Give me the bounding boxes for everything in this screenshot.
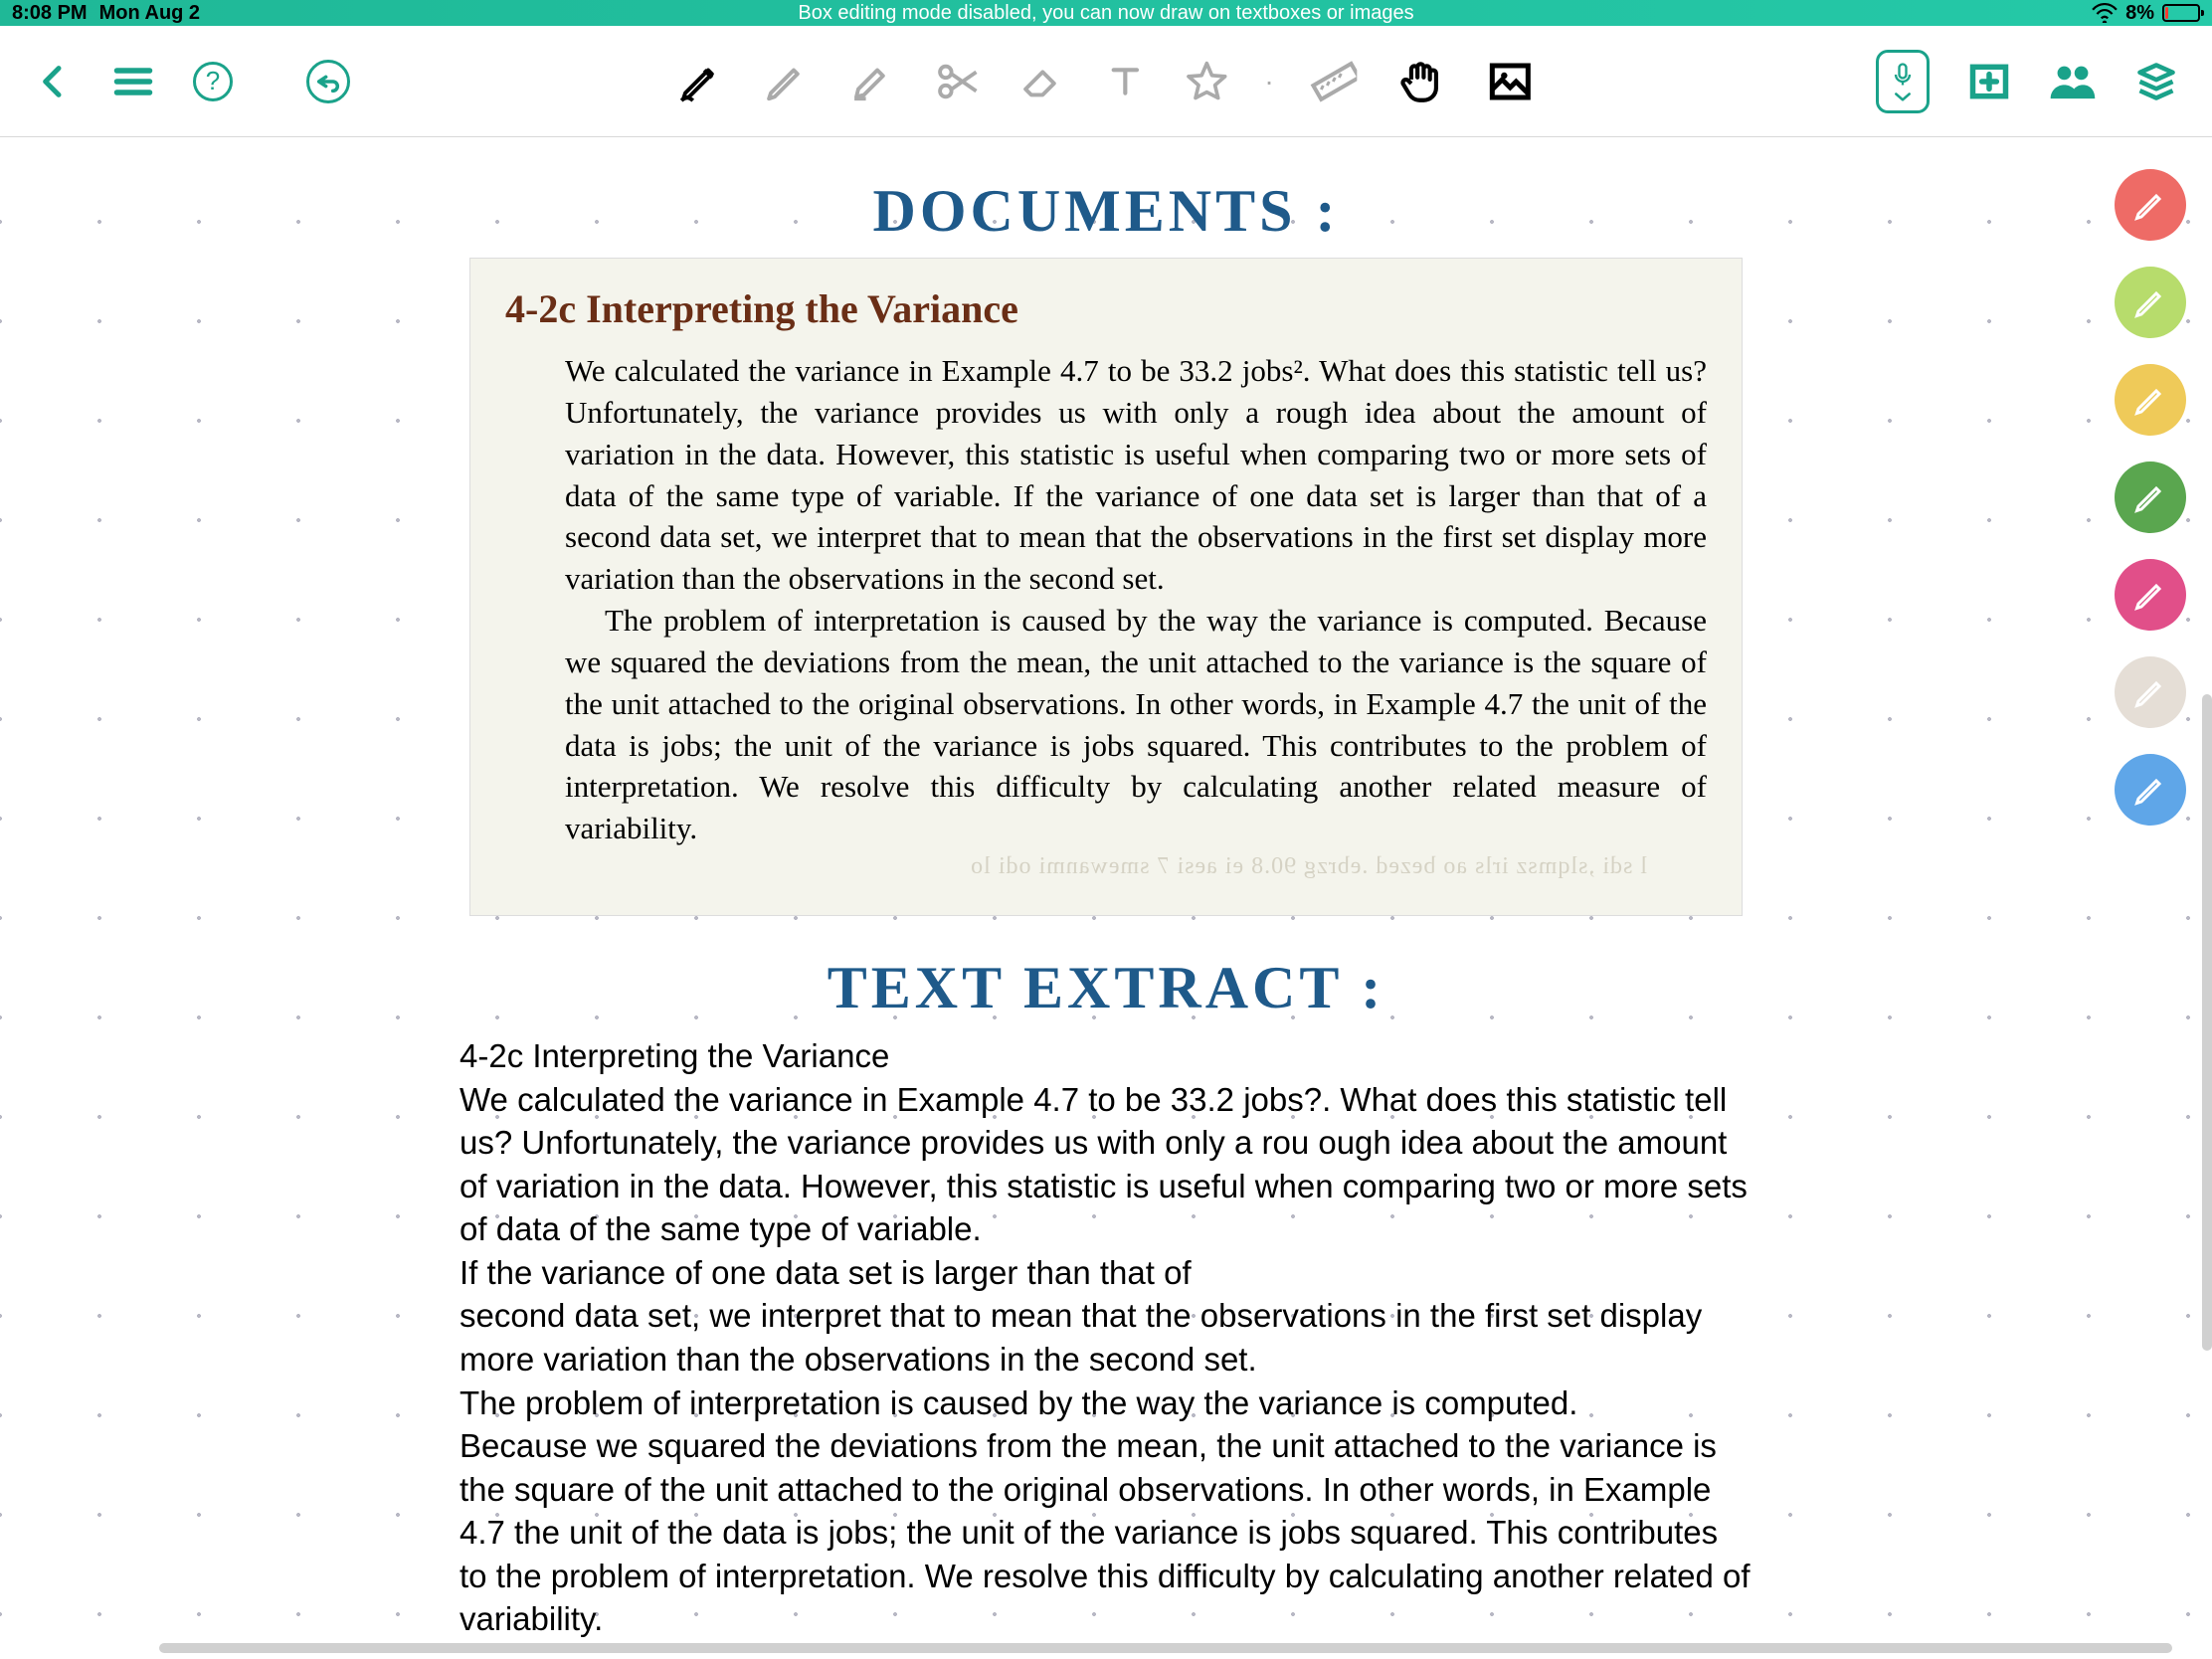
extract-heading: TEXT EXTRACT : [828,954,1385,1022]
toolbar: ? · [0,26,2212,137]
highlighter-tool-button[interactable] [844,55,898,108]
help-icon: ? [193,62,233,101]
extract-line: second data set, we interpret that to me… [460,1294,1752,1381]
image-tool-button[interactable] [1483,54,1539,109]
pen-color-yellow[interactable] [2115,364,2186,436]
extract-line: The problem of interpretation is caused … [460,1382,1752,1425]
note-canvas[interactable]: DOCUMENTS : 4-2c Interpreting the Varian… [0,137,2212,1659]
pen-color-pink[interactable] [2115,559,2186,631]
status-time: 8:08 PM [12,2,88,25]
pen-color-palette [2115,169,2186,826]
eraser-tool-button[interactable] [1015,55,1069,108]
status-date: Mon Aug 2 [99,2,200,25]
extract-line: 4-2c Interpreting the Variance [460,1034,1752,1078]
pen-color-blue[interactable] [2115,754,2186,826]
text-tool-button[interactable] [1101,58,1149,105]
horizontal-scrollbar[interactable] [159,1643,2172,1653]
doc-section-heading: 4-2c Interpreting the Variance [505,285,1707,332]
extract-line: Because we squared the deviations from t… [460,1424,1752,1641]
undo-button[interactable] [302,56,354,107]
pen-color-lime[interactable] [2115,267,2186,338]
extract-line: If the variance of one data set is large… [460,1251,1752,1295]
mic-icon [1889,61,1917,89]
pan-tool-button[interactable] [1393,53,1451,110]
doc-bleed-through-text: l sdi ,slqmsz irls ao bezed .ebrzg 90.8 … [505,853,1707,880]
pencil-tool-button[interactable] [759,55,813,108]
pen-color-red[interactable] [2115,169,2186,241]
ruler-tool-button[interactable] [1306,54,1362,109]
documents-heading: DOCUMENTS : [872,177,1339,246]
add-page-button[interactable] [1963,56,2015,107]
text-extract-body[interactable]: 4-2c Interpreting the Variance We calcul… [460,1034,1752,1641]
people-button[interactable] [2045,56,2101,107]
help-button[interactable]: ? [189,58,237,105]
vertical-scrollbar[interactable] [2202,694,2212,1351]
battery-percent: 8% [2125,2,2154,25]
extract-line: We calculated the variance in Example 4.… [460,1078,1752,1251]
battery-icon [2162,4,2200,22]
menu-button[interactable] [107,56,159,107]
status-bar: 8:08 PM Mon Aug 2 Box editing mode disab… [0,0,2212,26]
wifi-icon [2092,3,2118,23]
toolbar-separator-dot: · [1264,66,1273,97]
star-tool-button[interactable] [1181,56,1232,107]
undo-icon [306,60,350,103]
back-button[interactable] [30,58,78,105]
layers-button[interactable] [2130,56,2182,107]
pen-color-green[interactable] [2115,461,2186,533]
doc-para-2: The problem of interpretation is caused … [565,600,1707,849]
scissors-tool-button[interactable] [930,55,984,108]
pen-color-grey[interactable] [2115,656,2186,728]
record-button[interactable] [1872,46,1934,117]
pen-tool-button[interactable] [673,55,727,108]
doc-body: We calculated the variance in Example 4.… [505,350,1707,849]
document-clip[interactable]: 4-2c Interpreting the Variance We calcul… [469,258,1743,916]
doc-para-1: We calculated the variance in Example 4.… [565,350,1707,600]
status-banner: Box editing mode disabled, you can now d… [798,2,1413,25]
chevron-down-icon [1893,91,1913,102]
